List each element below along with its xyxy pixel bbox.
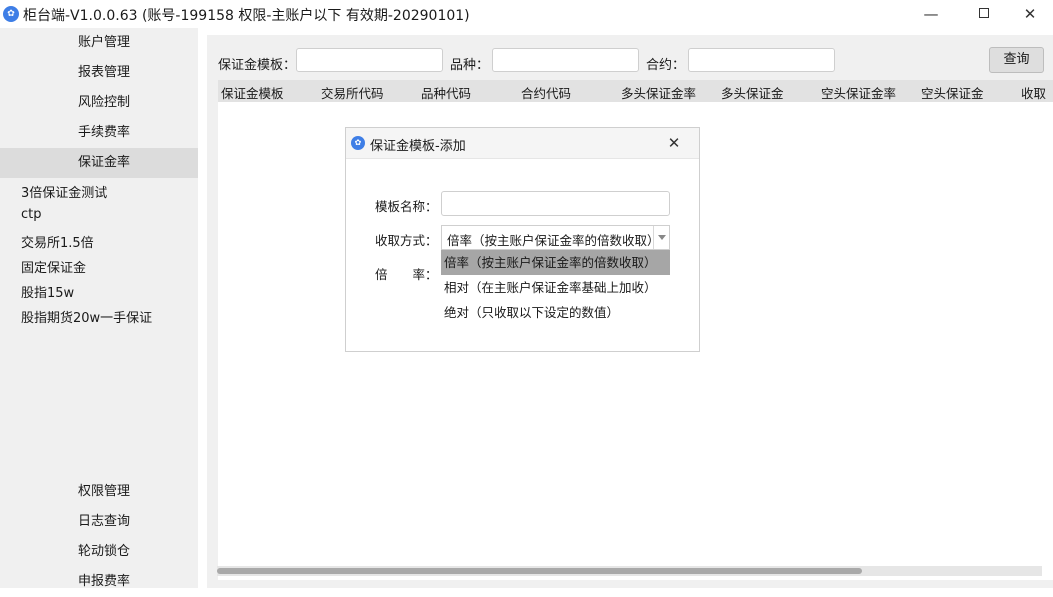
rate-label: 倍 率： (375, 267, 438, 282)
column-header[interactable]: 空头保证金 (921, 83, 984, 102)
charge-method-dropdown: 倍率（按主账户保证金率的倍数收取） 相对（在主账户保证金率基础上加收） 绝对（只… (441, 250, 670, 325)
sidebar-item-risk-control[interactable]: 风险控制 (0, 88, 198, 118)
sidebar: 账户管理 报表管理 风险控制 手续费率 保证金率 3倍保证金测试 ctp 交易所… (0, 28, 198, 589)
maximize-icon (979, 8, 989, 18)
scrollbar-thumb[interactable] (217, 568, 862, 574)
template-item[interactable]: ctp (21, 207, 42, 222)
dialog-header: ✿ 保证金模板-添加 ✕ (346, 128, 699, 159)
dropdown-option-absolute[interactable]: 绝对（只收取以下设定的数值） (441, 300, 670, 325)
column-header[interactable]: 交易所代码 (321, 83, 384, 102)
close-window-button[interactable]: ✕ (1007, 0, 1053, 28)
template-item[interactable]: 交易所1.5倍 (21, 232, 94, 251)
dialog-close-button[interactable]: ✕ (664, 132, 684, 154)
template-item[interactable]: 股指15w (21, 282, 74, 301)
variety-filter-input[interactable] (492, 48, 639, 72)
sidebar-item-commission-rate[interactable]: 手续费率 (0, 118, 198, 148)
template-filter-label: 保证金模板： (218, 58, 297, 73)
sidebar-item-margin-rate[interactable]: 保证金率 (0, 148, 198, 178)
template-name-input[interactable] (441, 191, 670, 216)
column-header[interactable]: 保证金模板 (221, 83, 284, 102)
sidebar-bottom-nav: 权限管理 日志查询 轮动锁仓 申报费率 (0, 477, 198, 589)
charge-method-label: 收取方式： (375, 233, 438, 248)
variety-filter-label: 品种： (450, 58, 490, 73)
template-item[interactable]: 股指期货20w一手保证 (21, 307, 152, 326)
sidebar-item-permission-management[interactable]: 权限管理 (0, 477, 198, 507)
charge-method-value: 倍率（按主账户保证金率的倍数收取） (447, 233, 660, 248)
app-logo-icon: ✿ (351, 136, 365, 150)
contract-filter-input[interactable] (688, 48, 835, 72)
window-title: 柜台端-V1.0.0.63 (账号-199158 权限-主账户以下 有效期-20… (23, 8, 470, 24)
column-header[interactable]: 合约代码 (521, 83, 571, 102)
column-header[interactable]: 多头保证金 (721, 83, 784, 102)
dropdown-arrow[interactable] (653, 226, 669, 249)
dropdown-option-relative[interactable]: 相对（在主账户保证金率基础上加收） (441, 275, 670, 300)
sidebar-item-log-query[interactable]: 日志查询 (0, 507, 198, 537)
title-bar: ✿ 柜台端-V1.0.0.63 (账号-199158 权限-主账户以下 有效期-… (0, 0, 1053, 28)
column-header[interactable]: 多头保证金率 (621, 83, 696, 102)
sidebar-item-declaration-fee[interactable]: 申报费率 (0, 567, 198, 597)
chevron-down-icon (658, 235, 666, 240)
maximize-button[interactable] (961, 0, 1007, 28)
dropdown-option-multiple[interactable]: 倍率（按主账户保证金率的倍数收取） (441, 250, 670, 275)
sidebar-item-rotation-lock[interactable]: 轮动锁仓 (0, 537, 198, 567)
margin-template-list: 3倍保证金测试 ctp 交易所1.5倍 固定保证金 股指15w 股指期货20w一… (0, 178, 198, 478)
minimize-button[interactable]: — (908, 0, 954, 28)
template-item[interactable]: 3倍保证金测试 (21, 182, 107, 201)
contract-filter-label: 合约： (646, 58, 686, 73)
charge-method-select[interactable]: 倍率（按主账户保证金率的倍数收取） (441, 225, 670, 250)
app-logo-icon: ✿ (3, 6, 19, 22)
template-name-label: 模板名称： (375, 199, 438, 214)
template-item[interactable]: 固定保证金 (21, 257, 86, 276)
horizontal-scrollbar[interactable] (217, 566, 1042, 576)
column-header[interactable]: 空头保证金率 (821, 83, 896, 102)
column-header[interactable]: 收取 (1021, 83, 1046, 102)
query-button[interactable]: 查询 (989, 47, 1044, 73)
sidebar-item-account-management[interactable]: 账户管理 (0, 28, 198, 58)
table-header: 保证金模板 交易所代码 品种代码 合约代码 多头保证金率 多头保证金 空头保证金… (218, 80, 1053, 102)
add-template-dialog: ✿ 保证金模板-添加 ✕ 模板名称： 收取方式： 倍率（按主账户保证金率的倍数收… (345, 127, 700, 352)
column-header[interactable]: 品种代码 (421, 83, 471, 102)
sidebar-item-report-management[interactable]: 报表管理 (0, 58, 198, 88)
template-filter-input[interactable] (296, 48, 443, 72)
dialog-title: 保证金模板-添加 (370, 139, 466, 154)
